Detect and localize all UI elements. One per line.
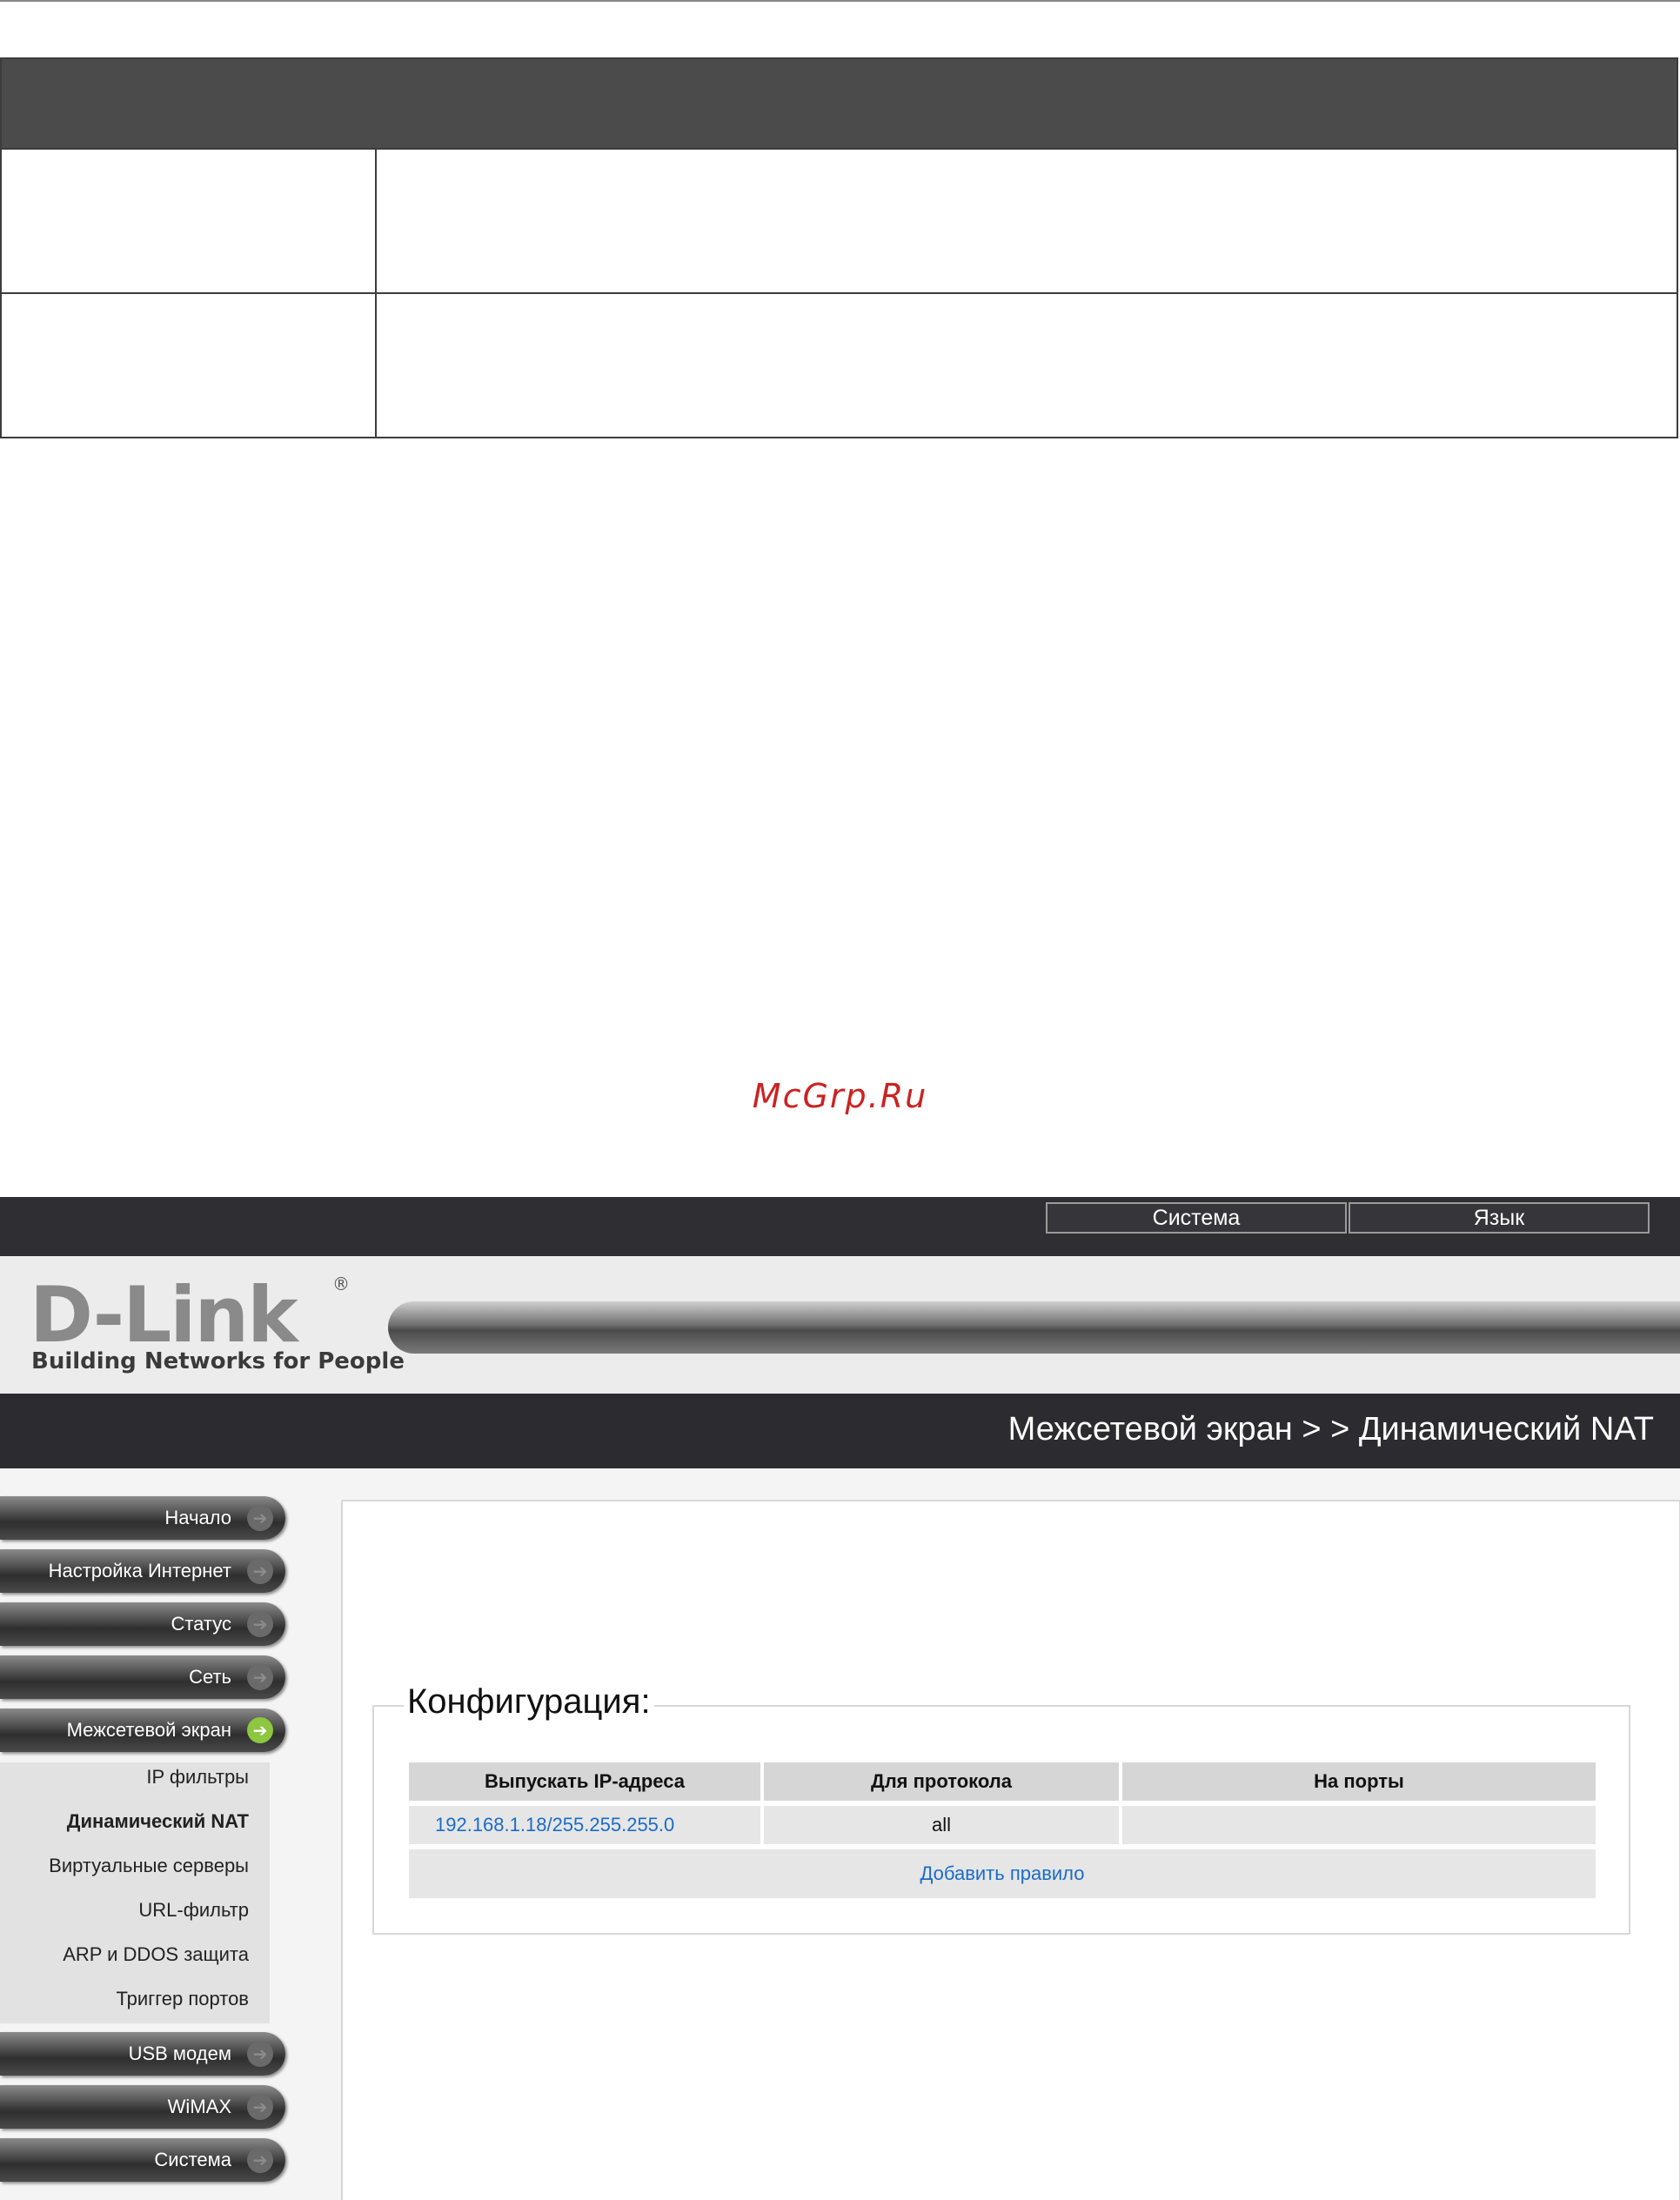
rule-address-link[interactable]: 192.168.1.18/255.255.255.0 (409, 1806, 760, 1844)
table-cell (2, 150, 377, 292)
nav-label: USB модем (128, 2043, 231, 2064)
nav-label: WiMAX (167, 2096, 231, 2117)
system-button[interactable]: Система (1046, 1202, 1347, 1234)
arrow-right-icon: ➔ (247, 2094, 273, 2120)
arrow-right-icon: ➔ (247, 1505, 273, 1531)
breadcrumb: Межсетевой экран > > Динамический NAT (1007, 1411, 1654, 1448)
nav-wimax[interactable]: WiMAX ➔ (0, 2085, 285, 2129)
subnav-url-filter[interactable]: URL-фильтр (138, 1899, 249, 1922)
arrow-right-icon: ➔ (247, 1558, 273, 1584)
router-screenshot: Система Язык D-Link ® Building Networks … (0, 1197, 1680, 2200)
nav-label: Настройка Интернет (48, 1560, 231, 1581)
rule-ports (1122, 1806, 1596, 1844)
watermark: McGrp.Ru (752, 1077, 928, 1115)
config-fieldset: Конфигурация: Выпускать IP-адреса Для пр… (372, 1682, 1630, 1935)
nav-label: Межсетевой экран (66, 1719, 231, 1741)
column-header: Для протокола (764, 1762, 1119, 1801)
top-bar: Система Язык (0, 1197, 1680, 1256)
nav-label: Сеть (189, 1666, 231, 1688)
subnav-dynamic-nat[interactable]: Динамический NAT (67, 1810, 249, 1833)
logo-header: D-Link ® Building Networks for People (0, 1256, 1680, 1394)
table-row (2, 148, 1677, 292)
arrow-right-icon: ➔ (247, 1611, 273, 1637)
nav-status[interactable]: Статус ➔ (0, 1602, 285, 1646)
document-table (0, 57, 1678, 438)
subnav-virtual-servers[interactable]: Виртуальные серверы (49, 1855, 249, 1877)
header-decor-bar (388, 1301, 1680, 1354)
nav-home[interactable]: Начало ➔ (0, 1496, 285, 1540)
dlink-logo: D-Link (30, 1270, 298, 1360)
arrow-right-icon: ➔ (247, 1664, 273, 1690)
logo-tagline: Building Networks for People (31, 1348, 405, 1374)
registered-mark: ® (332, 1274, 350, 1294)
nav-network[interactable]: Сеть ➔ (0, 1655, 285, 1699)
nav-system[interactable]: Система ➔ (0, 2138, 285, 2182)
subnav-arp-ddos[interactable]: ARP и DDOS защита (63, 1943, 249, 1966)
main-panel: Конфигурация: Выпускать IP-адреса Для пр… (341, 1500, 1680, 2200)
table-row (2, 292, 1677, 437)
subnav-port-trigger[interactable]: Триггер портов (116, 1988, 249, 2010)
language-button[interactable]: Язык (1349, 1202, 1650, 1234)
nav-internet-setup[interactable]: Настройка Интернет ➔ (0, 1549, 285, 1593)
nav-label: Статус (171, 1613, 231, 1635)
column-header: Выпускать IP-адреса (409, 1762, 760, 1801)
table-cell (2, 294, 377, 437)
nav-usb-modem[interactable]: USB модем ➔ (0, 2032, 285, 2076)
rule-protocol: all (764, 1806, 1119, 1844)
firewall-submenu: IP фильтры Динамический NAT Виртуальные … (0, 1762, 270, 2023)
subnav-ip-filters[interactable]: IP фильтры (146, 1766, 249, 1789)
add-rule-link[interactable]: Добавить правило (409, 1849, 1596, 1898)
arrow-right-icon: ➔ (247, 2147, 273, 2173)
top-rule (0, 0, 1680, 2)
nav-label: Система (154, 2149, 231, 2170)
config-legend: Конфигурация: (404, 1682, 654, 1722)
nav-firewall[interactable]: Межсетевой экран ➔ (0, 1709, 285, 1752)
column-header: На порты (1122, 1762, 1596, 1801)
table-header (2, 59, 1677, 148)
breadcrumb-bar: Межсетевой экран > > Динамический NAT (0, 1394, 1680, 1468)
arrow-right-icon: ➔ (247, 2041, 273, 2067)
arrow-right-icon: ➔ (247, 1717, 273, 1743)
nav-label: Начало (164, 1507, 231, 1528)
